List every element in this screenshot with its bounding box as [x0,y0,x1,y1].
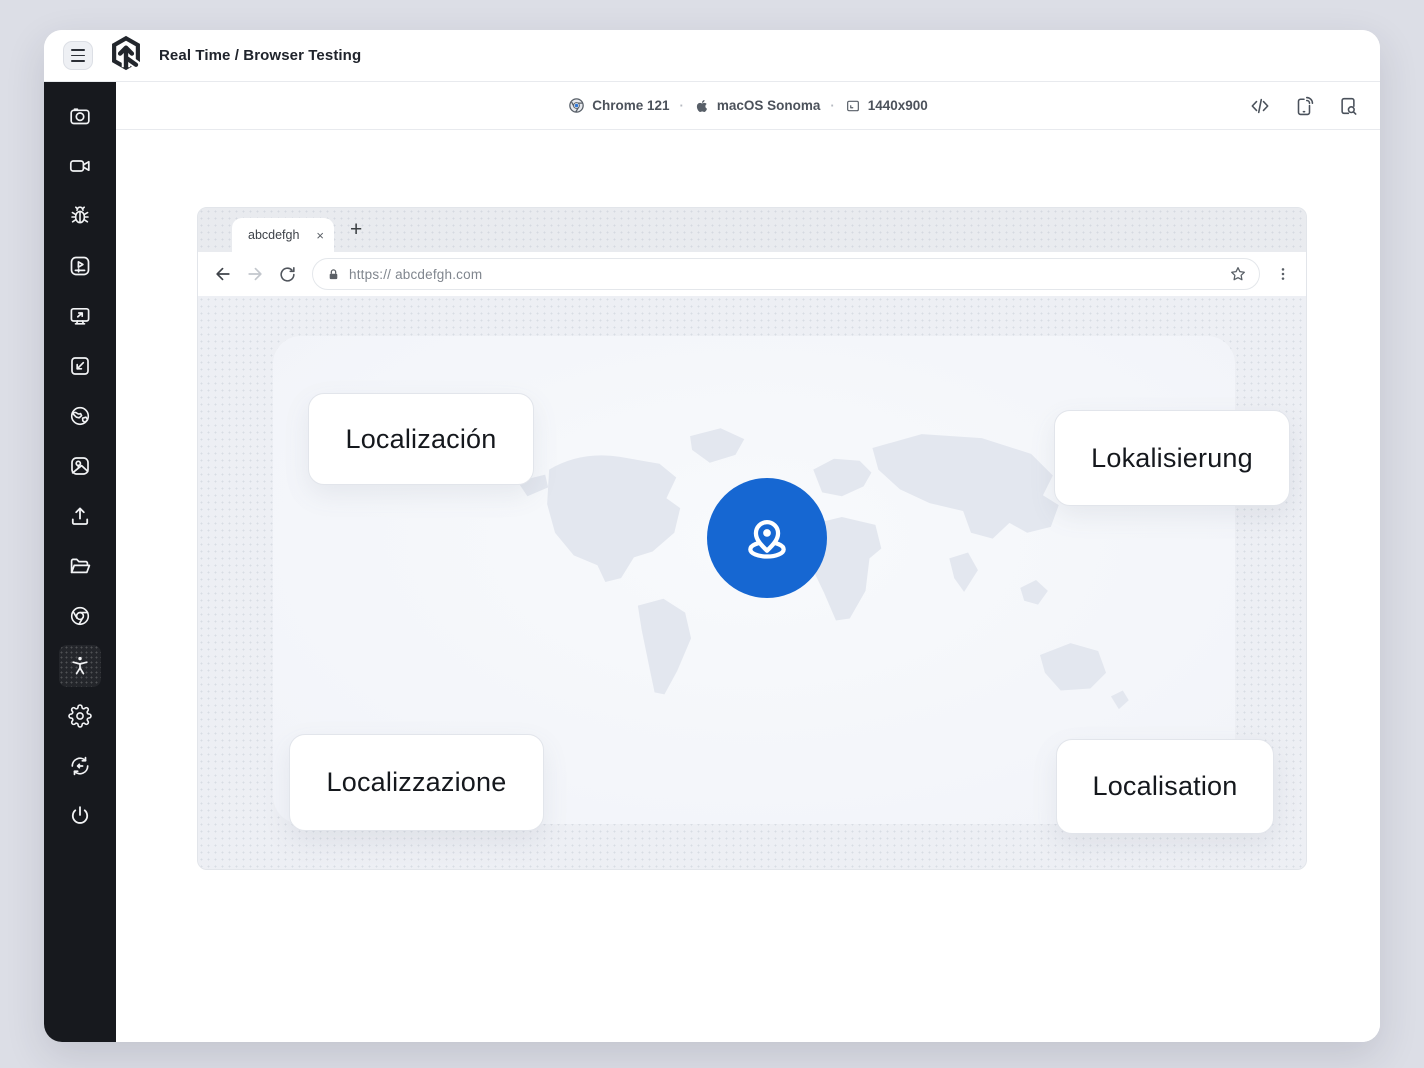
forward-button[interactable] [242,261,268,287]
card-label: Localizzazione [327,767,507,798]
sidebar-item-end-session[interactable] [59,791,101,841]
sidebar-item-project-files[interactable] [59,541,101,591]
browser-menu-button[interactable] [1274,266,1292,282]
sidebar [44,82,116,1042]
inspect-document-icon [1337,95,1359,117]
card-label: Localización [346,424,497,455]
sidebar-item-geolocation[interactable] [59,391,101,441]
inspect-page-button[interactable] [1336,94,1360,118]
globe-icon [68,404,92,428]
video-player-icon [68,254,92,278]
tab-close-icon[interactable]: × [316,229,324,242]
device-wifi-icon [1293,95,1315,117]
sidebar-item-upload-files[interactable] [59,491,101,541]
sidebar-item-browser-profile[interactable] [59,591,101,641]
sync-icon [68,754,92,778]
back-button[interactable] [210,261,236,287]
back-arrow-icon [213,264,233,284]
sidebar-item-settings[interactable] [59,691,101,741]
upload-icon [68,504,92,528]
session-viewport: abcdefgh × + [116,130,1380,1042]
browser-nav-bar: https:// abcdefgh.com [198,252,1306,296]
sidebar-item-location-map[interactable] [59,441,101,491]
code-icon [1249,95,1271,117]
sidebar-item-accessibility[interactable] [59,645,101,687]
url-text: https:// abcdefgh.com [349,267,1220,282]
browser-label: Chrome 121 [592,98,669,113]
app-window: Real Time / Browser Testing [44,30,1380,1042]
chrome-small-icon [568,97,585,114]
folder-icon [68,554,92,578]
separator-dot: · [830,98,834,113]
resolution-icon [845,98,861,114]
forward-arrow-icon [245,264,265,284]
page-title: Real Time / Browser Testing [159,47,361,64]
resolution-label: 1440x900 [868,98,928,113]
app-logo-icon [107,34,145,77]
browser-tab[interactable]: abcdefgh × [232,218,334,252]
camera-icon [68,104,92,128]
new-tab-button[interactable]: + [350,219,362,242]
sidebar-item-resize-window[interactable] [59,341,101,391]
sidebar-item-screen-share[interactable] [59,291,101,341]
language-card-french: Localisation [1056,739,1274,834]
power-icon [68,804,92,828]
reload-icon [278,265,297,284]
kebab-menu-icon [1275,266,1291,282]
os-label: macOS Sonoma [717,98,821,113]
separator-dot: · [680,98,684,113]
card-label: Lokalisierung [1091,443,1253,474]
tab-strip: abcdefgh × + [198,208,1306,252]
code-editor-button[interactable] [1248,94,1272,118]
hamburger-menu-button[interactable] [63,41,93,70]
address-bar[interactable]: https:// abcdefgh.com [312,258,1260,290]
location-pin-icon [735,506,799,570]
geolocation-pin-badge [707,478,827,598]
gear-icon [68,704,92,728]
sidebar-item-switch-session[interactable] [59,741,101,791]
bookmark-star-icon[interactable] [1229,265,1247,283]
lock-icon [327,268,340,281]
browser-chip: Chrome 121 [568,97,669,114]
bug-icon [68,204,92,228]
sidebar-item-media-player[interactable] [59,241,101,291]
monitor-share-icon [68,304,92,328]
language-card-spanish: Localización [308,393,534,485]
video-camera-icon [68,154,92,178]
sidebar-item-record-video[interactable] [59,141,101,191]
accessibility-icon [68,654,92,678]
reload-button[interactable] [274,261,300,287]
sidebar-item-report-bug[interactable] [59,191,101,241]
chrome-icon [68,604,92,628]
map-pin-image-icon [68,454,92,478]
sidebar-item-screenshot[interactable] [59,91,101,141]
resolution-chip: 1440x900 [845,98,928,114]
session-toolbar: Chrome 121 · macOS Sonoma · [116,82,1380,130]
apple-icon [694,98,710,114]
app-header: Real Time / Browser Testing [44,30,1380,82]
resize-window-icon [68,354,92,378]
page-content: Localización Lokalisierung Localizzazion… [198,296,1306,869]
os-chip: macOS Sonoma [694,98,821,114]
tab-title: abcdefgh [248,228,299,242]
device-connect-button[interactable] [1292,94,1316,118]
card-label: Localisation [1093,771,1238,802]
language-card-german: Lokalisierung [1054,410,1290,506]
language-card-italian: Localizzazione [289,734,544,831]
browser-mockup: abcdefgh × + [197,207,1307,870]
